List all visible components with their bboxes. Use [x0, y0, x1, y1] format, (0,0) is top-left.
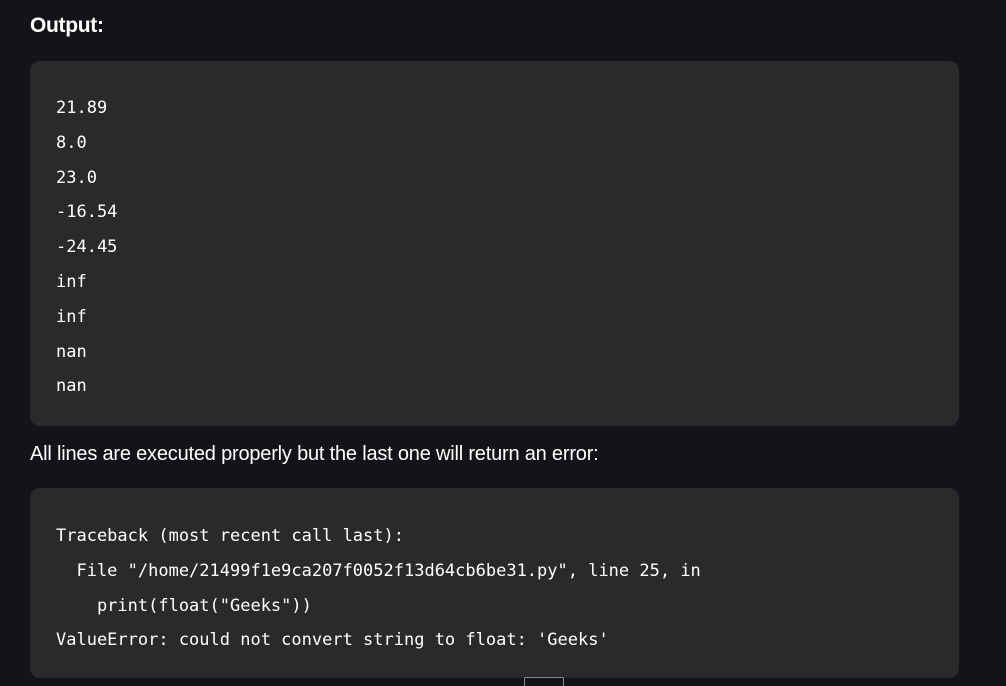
output-line: nan — [56, 341, 87, 362]
output-line: nan — [56, 376, 87, 397]
traceback-code-block: Traceback (most recent call last): File … — [30, 488, 959, 678]
output-heading: Output: — [30, 14, 104, 37]
output-code-block: 21.89 8.0 23.0 -16.54 -24.45 inf inf nan… — [30, 61, 959, 426]
output-line: -16.54 — [56, 202, 118, 223]
scroll-to-top-tab[interactable] — [524, 677, 564, 686]
output-line: 21.89 — [56, 98, 108, 118]
traceback-line: File "/home/21499f1e9ca207f0052f13d64cb6… — [56, 560, 701, 581]
traceback-line: print(float("Geeks")) — [56, 595, 312, 616]
traceback-line: Traceback (most recent call last): — [56, 526, 404, 546]
explanation-text: All lines are executed properly but the … — [30, 443, 599, 465]
output-line: inf — [56, 306, 87, 327]
output-line: 8.0 — [56, 132, 87, 153]
output-line: 23.0 — [56, 167, 97, 188]
output-line: inf — [56, 271, 87, 292]
output-line: -24.45 — [56, 237, 118, 258]
traceback-line: ValueError: could not convert string to … — [56, 630, 609, 651]
